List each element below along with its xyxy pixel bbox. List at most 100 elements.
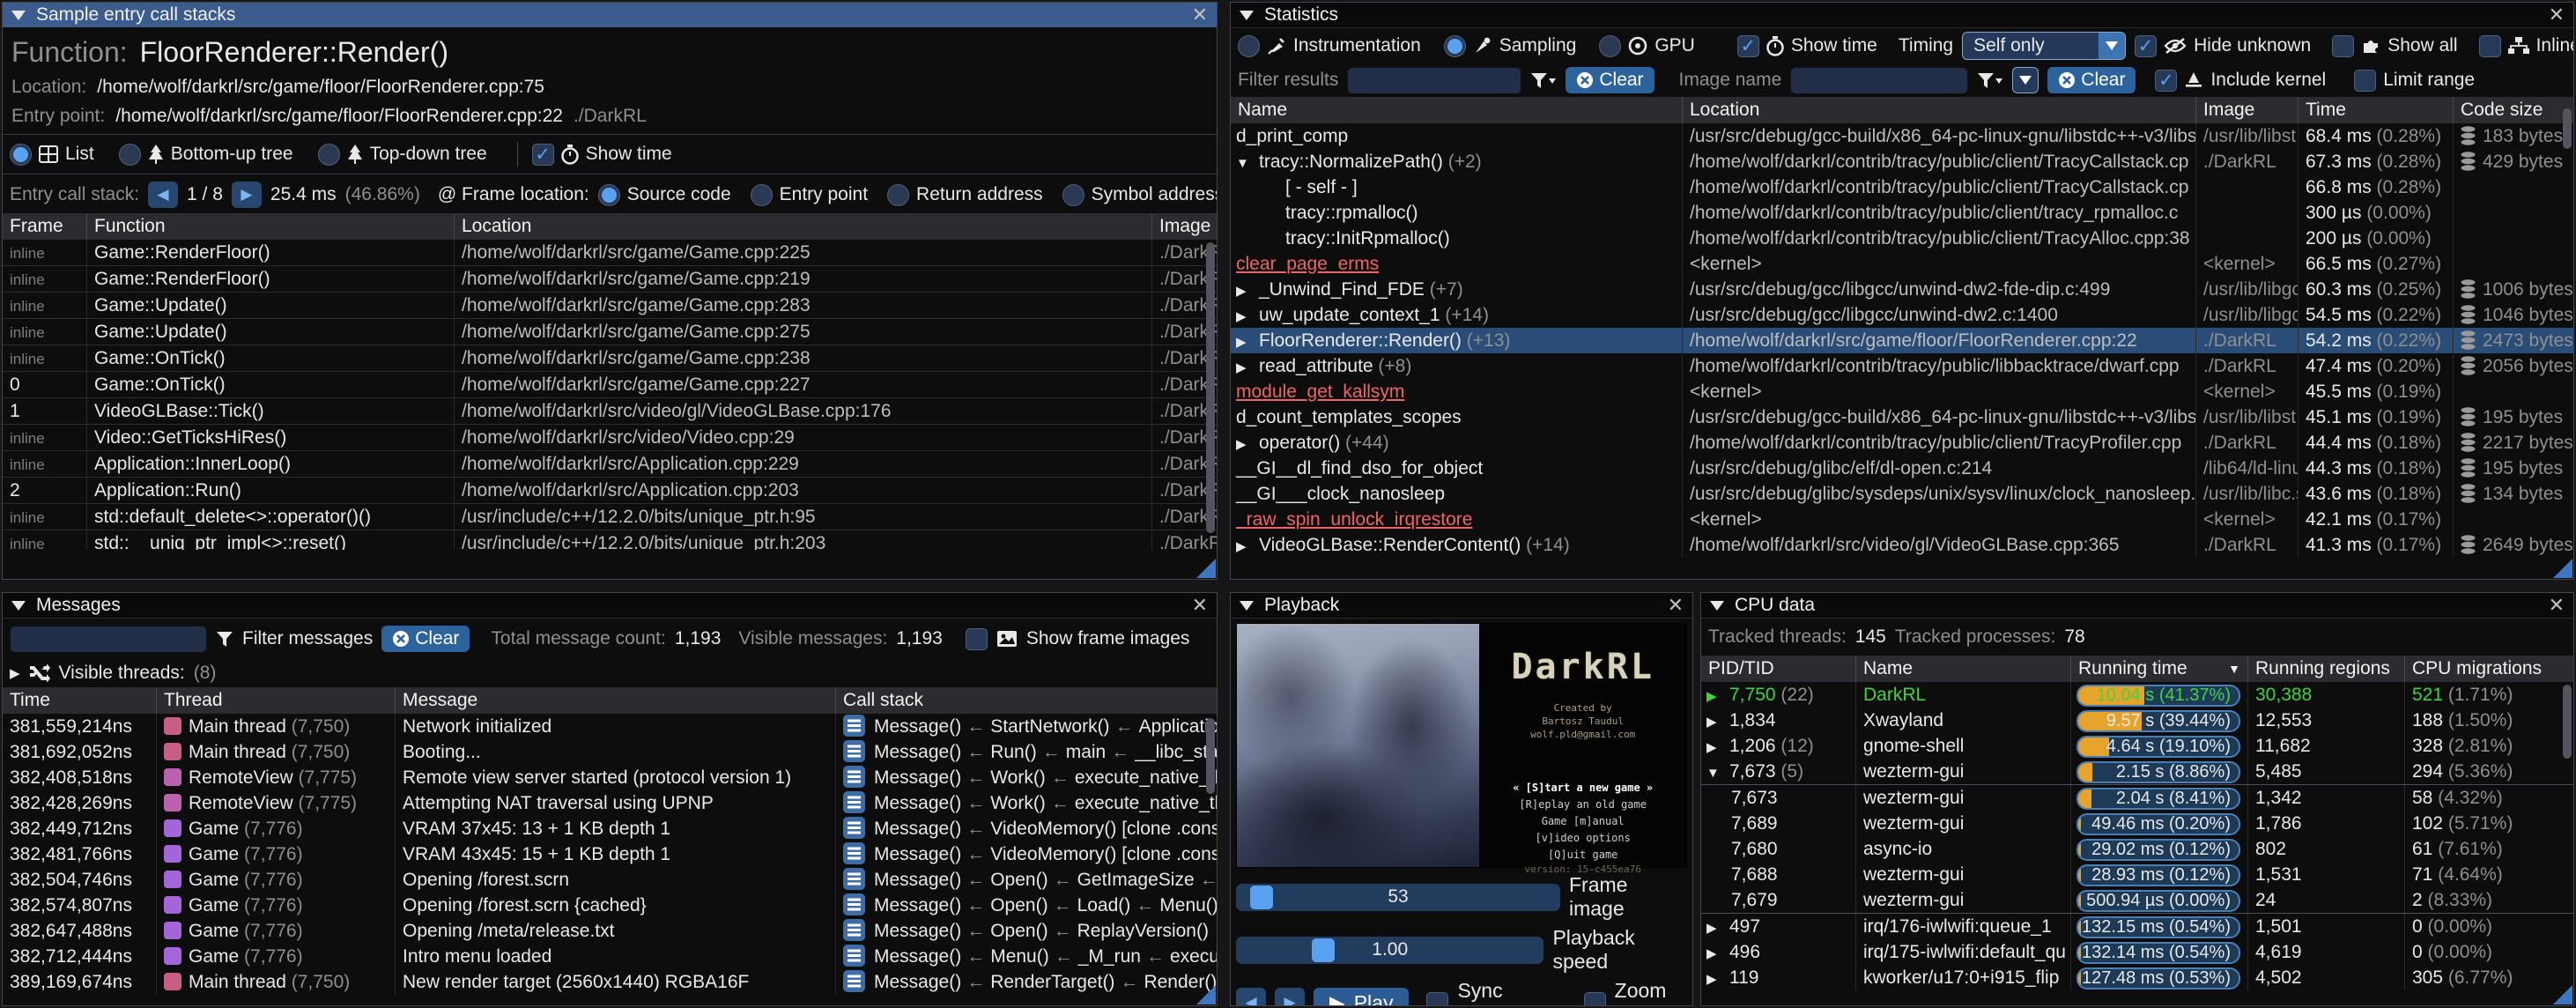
cell-location[interactable]: /usr/src/debug/gcc/libgcc/unwind-dw2-fde…: [1682, 277, 2195, 302]
table-row[interactable]: 7,688wezterm-gui28.93 ms (0.12%)1,53171 …: [1701, 862, 2573, 887]
callstack-entry[interactable]: Message(): [874, 767, 961, 788]
table-row[interactable]: 381,692,052nsMain thread (7,750)Booting.…: [3, 739, 1217, 765]
frame-location-source-code[interactable]: Source code: [598, 184, 731, 206]
table-row[interactable]: 382,574,807nsGame (7,776)Opening /forest…: [3, 893, 1217, 918]
table-row[interactable]: ▶operator() (+44)/home/wolf/darkrl/contr…: [1231, 430, 2573, 456]
mode-sampling[interactable]: Sampling: [1444, 35, 1577, 57]
scrollbar-thumb[interactable]: [2563, 685, 2572, 759]
table-row[interactable]: inlineGame::Update()/home/wolf/darkrl/sr…: [3, 293, 1217, 319]
column-header[interactable]: Code size: [2453, 97, 2573, 123]
cell-message[interactable]: New render target (2560x1440) RGBA16F: [395, 969, 835, 995]
cell-name[interactable]: tracy::rpmalloc(): [1231, 200, 1682, 226]
callstack-entry[interactable]: Message(): [874, 870, 961, 890]
column-header[interactable]: Function: [86, 213, 454, 240]
expander-icon[interactable]: ▼: [1236, 151, 1259, 174]
table-row[interactable]: module_get_kallsym<kernel><kernel>45.5 m…: [1231, 379, 2573, 404]
cell-call-stack[interactable]: Message()←VideoMemory() [clone .constpro…: [835, 816, 1217, 841]
callstack-entry[interactable]: Message(): [874, 793, 961, 813]
prev-frame-button[interactable]: ◀: [1236, 988, 1266, 1006]
callstack-entry[interactable]: Open(): [990, 895, 1047, 915]
radio-button[interactable]: [1062, 184, 1084, 206]
expander-icon[interactable]: ▶: [1236, 330, 1259, 353]
collapse-icon[interactable]: [1710, 601, 1724, 611]
expander-icon[interactable]: ▶: [1706, 735, 1729, 759]
callstack-entry[interactable]: ReplayVersion(): [1077, 921, 1209, 941]
table-row[interactable]: tracy::rpmalloc()/home/wolf/darkrl/contr…: [1231, 200, 2573, 226]
limit-range[interactable]: Limit range: [2354, 70, 2475, 92]
callstack-entry[interactable]: Work(): [990, 793, 1046, 813]
cell-function[interactable]: Game::Update(): [86, 319, 454, 345]
prev-stack-button[interactable]: ◀: [148, 182, 178, 208]
table-row[interactable]: ▶1,206 (12)gnome-shell4.64 s (19.10%)11,…: [1701, 733, 2573, 759]
cell-name[interactable]: ▶operator() (+44): [1231, 430, 1682, 456]
cell-message[interactable]: Booting...: [395, 739, 835, 765]
collapse-icon[interactable]: [11, 601, 26, 611]
close-icon[interactable]: ✕: [1192, 5, 1208, 25]
cell-location[interactable]: /home/wolf/darkrl/src/game/Game.cpp:227: [454, 372, 1151, 397]
show-all[interactable]: Show all: [2332, 35, 2457, 57]
cell-name[interactable]: async-io: [1855, 836, 2070, 862]
hide-unknown[interactable]: ✓Hide unknown: [2135, 35, 2311, 57]
cell-location[interactable]: /home/wolf/darkrl/contrib/tracy/public/c…: [1682, 149, 2195, 174]
mode-instrumentation[interactable]: Instrumentation: [1238, 35, 1421, 57]
table-row[interactable]: 382,647,488nsGame (7,776)Opening /meta/r…: [3, 918, 1217, 944]
table-row[interactable]: ▶read_attribute (+8)/home/wolf/darkrl/co…: [1231, 353, 2573, 379]
titlebar[interactable]: Sample entry call stacks ✕: [3, 3, 1217, 27]
callstack-entry[interactable]: Message(): [874, 742, 961, 762]
view-mode-top-down-tree[interactable]: Top-down tree: [318, 144, 487, 166]
radio-button[interactable]: [10, 144, 32, 166]
expander-icon[interactable]: ▶: [1236, 278, 1259, 302]
table-row[interactable]: __GI___clock_nanosleep/usr/src/debug/gli…: [1231, 481, 2573, 507]
resize-grip[interactable]: [2553, 985, 2572, 1004]
cell-location[interactable]: /usr/src/debug/glibc/elf/dl-open.c:214: [1682, 456, 2195, 481]
slider-grab[interactable]: [1312, 938, 1335, 962]
table-row[interactable]: __GI__dl_find_dso_for_object/usr/src/deb…: [1231, 456, 2573, 481]
callstack-entry[interactable]: Open(): [990, 870, 1047, 890]
frame-location-return-address[interactable]: Return address: [887, 184, 1043, 206]
cell-message[interactable]: Attempting NAT traversal using UPNP: [395, 790, 835, 816]
callstack-entry[interactable]: execute_native_thread_r: [1075, 767, 1217, 788]
cell-location[interactable]: /home/wolf/darkrl/src/Application.cpp:22…: [454, 451, 1151, 477]
image-name-input[interactable]: [1790, 67, 1968, 94]
table-row[interactable]: ▶7,750 (22)DarkRL10.04 s (41.37%)30,3885…: [1701, 682, 2573, 708]
callstack-entry[interactable]: Message(): [874, 972, 961, 992]
callstack-entry[interactable]: Message(): [874, 946, 961, 967]
callstack-entry[interactable]: StartNetwork(): [990, 716, 1109, 737]
expander-icon[interactable]: ▶: [1706, 684, 1729, 708]
table-row[interactable]: inlineGame::RenderFloor()/home/wolf/dark…: [3, 240, 1217, 266]
cell-message[interactable]: Opening /meta/release.txt: [395, 918, 835, 944]
mode-gpu[interactable]: GPU: [1599, 35, 1695, 57]
column-header[interactable]: Name: [1855, 656, 2070, 682]
show-time-checkbox[interactable]: ✓: [1737, 35, 1759, 57]
callstack-entry[interactable]: Work(): [990, 767, 1046, 788]
callstack-entry[interactable]: Menu(): [1159, 895, 1217, 915]
table-row[interactable]: inlineGame::OnTick()/home/wolf/darkrl/sr…: [3, 345, 1217, 372]
callstack-entry[interactable]: __libc_start_call_: [1135, 742, 1217, 762]
cell-location[interactable]: /home/wolf/darkrl/src/Application.cpp:20…: [454, 478, 1151, 503]
list-icon[interactable]: [843, 945, 865, 967]
cell-location[interactable]: /home/wolf/darkrl/src/video/gl/VideoGLBa…: [1682, 532, 2195, 558]
cell-name[interactable]: ▶uw_update_context_1 (+14): [1231, 302, 1682, 328]
table-row[interactable]: ▶uw_update_context_1 (+14)/usr/src/debug…: [1231, 302, 2573, 328]
table-row[interactable]: inlineVideo::GetTicksHiRes()/home/wolf/d…: [3, 425, 1217, 451]
cell-name[interactable]: gnome-shell: [1855, 733, 2070, 759]
cell-name[interactable]: irq/175-iwlwifi:default_qu: [1855, 939, 2070, 965]
column-header[interactable]: Time: [2298, 97, 2453, 123]
table-row[interactable]: ▼tracy::NormalizePath() (+2)/home/wolf/d…: [1231, 149, 2573, 174]
table-row[interactable]: 7,673wezterm-gui2.04 s (8.41%)1,34258 (4…: [1701, 784, 2573, 811]
column-header[interactable]: Call stack: [835, 687, 1217, 714]
resize-grip[interactable]: [1196, 559, 1216, 578]
include-kernel[interactable]: ✓Include kernel: [2155, 70, 2326, 92]
cell-name[interactable]: wezterm-gui: [1855, 887, 2070, 913]
cell-function[interactable]: Game::OnTick(): [86, 345, 454, 371]
cell-name[interactable]: ▶FloorRenderer::Render() (+13): [1231, 328, 1682, 353]
column-header[interactable]: Image: [1151, 213, 1217, 240]
next-stack-button[interactable]: ▶: [232, 182, 262, 208]
table-row[interactable]: inlineGame::Update()/home/wolf/darkrl/sr…: [3, 319, 1217, 345]
callstack-entry[interactable]: Message(): [874, 819, 961, 839]
table-row[interactable]: 382,408,518nsRemoteView (7,775)Remote vi…: [3, 765, 1217, 790]
cell-location[interactable]: /home/wolf/darkrl/src/game/Game.cpp:219: [454, 266, 1151, 292]
play-button[interactable]: ▶ Play: [1314, 988, 1409, 1006]
radio-button[interactable]: [1238, 35, 1260, 57]
cell-location[interactable]: /home/wolf/darkrl/src/video/Video.cpp:29: [454, 425, 1151, 450]
